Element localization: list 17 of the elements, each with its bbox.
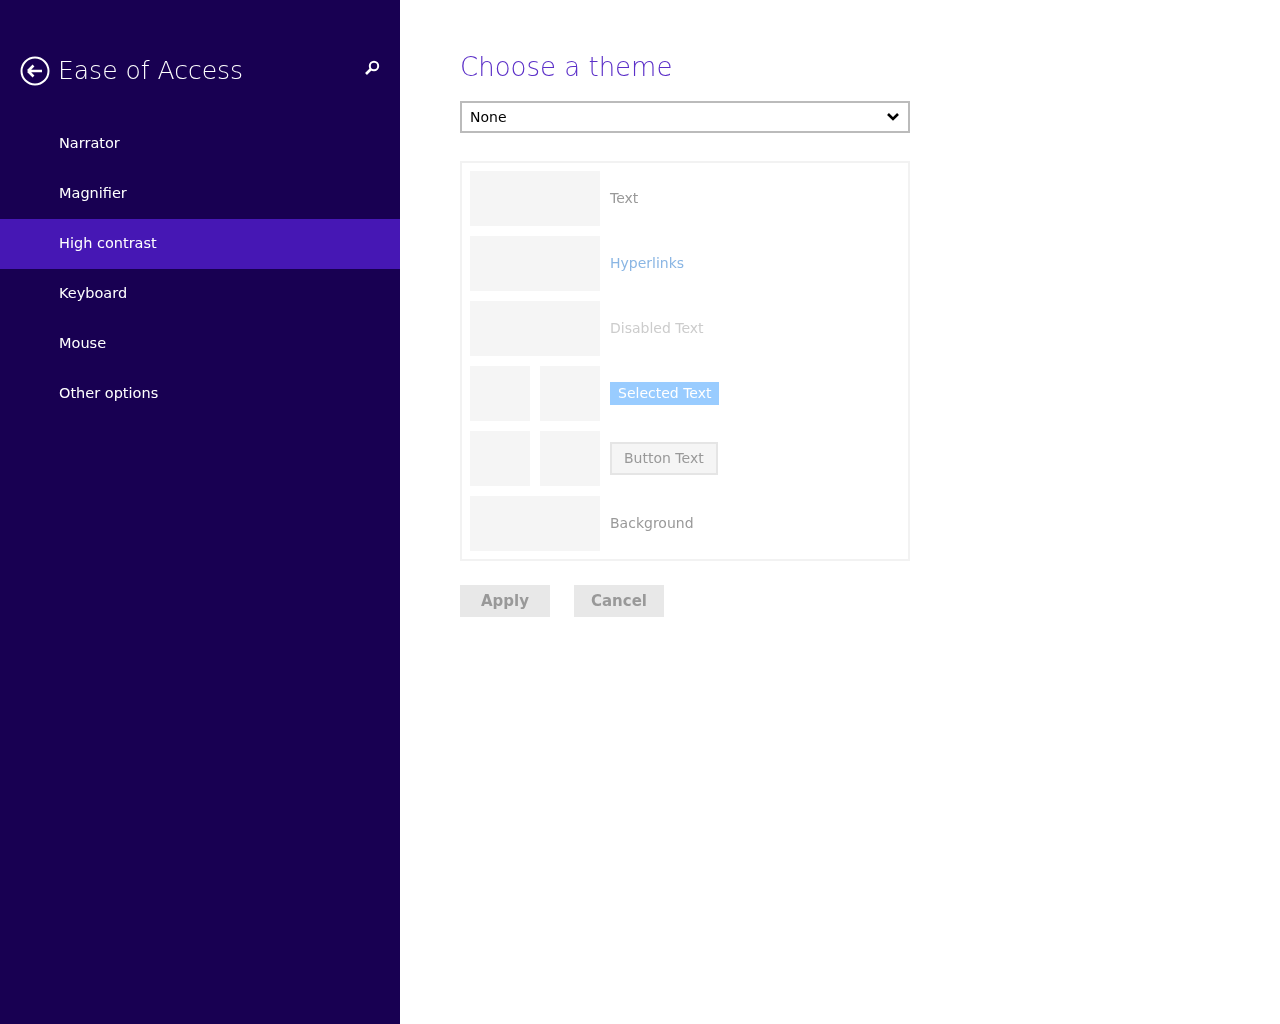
button-text-sample: Button Text bbox=[610, 442, 718, 476]
search-icon[interactable] bbox=[364, 60, 380, 76]
theme-dropdown[interactable]: None bbox=[460, 101, 910, 134]
sidebar-title: Ease of Access bbox=[58, 55, 244, 87]
sidebar-item[interactable]: Magnifier bbox=[0, 169, 400, 219]
sidebar-item[interactable]: High contrast bbox=[0, 219, 400, 269]
chevron-icon bbox=[886, 112, 900, 123]
background-sample: Background bbox=[610, 514, 694, 534]
sidebar-item[interactable]: Narrator bbox=[0, 119, 400, 169]
back-icon[interactable] bbox=[20, 56, 50, 86]
sidebar-item[interactable]: Mouse bbox=[0, 319, 400, 369]
text-sample: Text bbox=[610, 189, 639, 209]
hyperlink-sample: Hyperlinks bbox=[610, 254, 685, 274]
page-heading: Choose a theme bbox=[460, 52, 674, 84]
selected-text-sample: Selected Text bbox=[610, 382, 720, 406]
sidebar-item[interactable]: Other options bbox=[0, 369, 400, 419]
sidebar-item[interactable]: Keyboard bbox=[0, 269, 400, 319]
